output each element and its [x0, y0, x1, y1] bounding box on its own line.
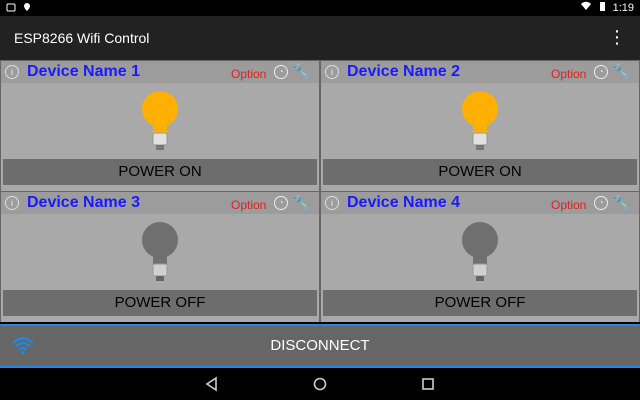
bulb-on-icon [462, 91, 498, 150]
disconnect-button[interactable]: DISCONNECT [0, 324, 640, 368]
back-icon[interactable] [202, 374, 222, 394]
recents-icon[interactable] [418, 374, 438, 394]
app-bar: ESP8266 Wifi Control ⋮ [0, 16, 640, 60]
power-button[interactable]: POWER OFF [3, 290, 317, 316]
device-header: i Device Name 1 Option ◔ 🔧 [1, 61, 319, 83]
device-tile-4: i Device Name 4 Option ◔ 🔧 POWER OFF [321, 192, 639, 322]
timer-icon[interactable]: ◔ [274, 65, 288, 79]
device-tile-3: i Device Name 3 Option ◔ 🔧 POWER OFF [1, 192, 319, 322]
bulb-off-icon [142, 222, 178, 281]
device-name: Device Name 2 [347, 63, 460, 80]
option-link[interactable]: Option [551, 67, 586, 81]
power-button[interactable]: POWER ON [3, 159, 317, 185]
info-icon[interactable]: i [5, 65, 19, 79]
power-button[interactable]: POWER OFF [323, 290, 637, 316]
device-tile-1: i Device Name 1 Option ◔ 🔧 POWER ON [1, 61, 319, 191]
device-header: i Device Name 2 Option ◔ 🔧 [321, 61, 639, 83]
option-link[interactable]: Option [231, 67, 266, 81]
location-icon [22, 2, 32, 15]
device-tile-2: i Device Name 2 Option ◔ 🔧 POWER ON [321, 61, 639, 191]
device-header: i Device Name 4 Option ◔ 🔧 [321, 192, 639, 214]
clock-time: 1:19 [612, 1, 634, 14]
bulb-off-icon [462, 222, 498, 281]
device-name: Device Name 4 [347, 194, 460, 211]
device-header: i Device Name 3 Option ◔ 🔧 [1, 192, 319, 214]
wrench-icon[interactable]: 🔧 [612, 194, 629, 211]
power-button[interactable]: POWER ON [323, 159, 637, 185]
app-title: ESP8266 Wifi Control [14, 30, 150, 46]
device-name: Device Name 3 [27, 194, 140, 211]
info-icon[interactable]: i [5, 196, 19, 210]
wifi-signal-icon [580, 1, 591, 14]
more-vertical-icon[interactable]: ⋮ [608, 28, 626, 46]
notification-icon [6, 2, 16, 15]
option-link[interactable]: Option [551, 198, 586, 212]
info-icon[interactable]: i [325, 196, 339, 210]
option-link[interactable]: Option [231, 198, 266, 212]
timer-icon[interactable]: ◔ [594, 65, 608, 79]
wrench-icon[interactable]: 🔧 [612, 63, 629, 80]
bulb-on-icon [142, 91, 178, 150]
timer-icon[interactable]: ◔ [594, 196, 608, 210]
battery-icon [597, 1, 607, 14]
status-bar: 1:19 [0, 0, 640, 16]
device-grid: i Device Name 1 Option ◔ 🔧 POWER ON i De… [0, 60, 640, 322]
wrench-icon[interactable]: 🔧 [292, 63, 309, 80]
info-icon[interactable]: i [325, 65, 339, 79]
device-name: Device Name 1 [27, 63, 140, 80]
home-icon[interactable] [310, 374, 330, 394]
wrench-icon[interactable]: 🔧 [292, 194, 309, 211]
timer-icon[interactable]: ◔ [274, 196, 288, 210]
disconnect-label: DISCONNECT [270, 337, 370, 354]
navigation-bar [0, 368, 640, 400]
